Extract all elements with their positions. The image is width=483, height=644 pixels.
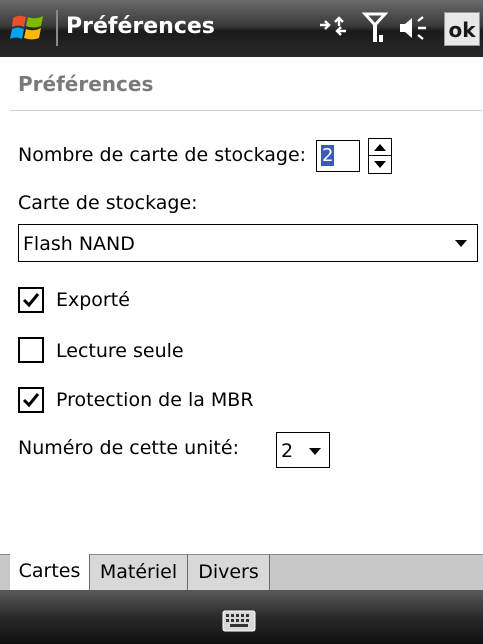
storage-count-value: 2: [321, 145, 335, 166]
unit-number-label: Numéro de cette unité:: [18, 437, 239, 459]
exported-label: Exporté: [56, 289, 130, 311]
readonly-label: Lecture seule: [56, 340, 184, 362]
checkmark-icon: [22, 393, 40, 408]
volume-icon[interactable]: [398, 15, 432, 41]
storage-card-label: Carte de stockage:: [18, 192, 198, 214]
ok-button[interactable]: ok: [444, 12, 480, 46]
tab-divers[interactable]: Divers: [188, 554, 270, 590]
exported-checkbox[interactable]: [18, 287, 44, 313]
signal-icon[interactable]: [362, 11, 388, 45]
header-divider: [10, 110, 482, 111]
unit-number-dropdown[interactable]: 2: [276, 432, 330, 468]
checkmark-icon: [22, 293, 40, 308]
tab-cartes[interactable]: Cartes: [10, 554, 90, 590]
storage-card-dropdown[interactable]: Flash NAND: [18, 224, 478, 262]
storage-card-value: Flash NAND: [23, 233, 135, 255]
app-title: Préférences: [66, 14, 215, 39]
storage-count-spinner[interactable]: [368, 138, 392, 174]
spin-down-icon[interactable]: [369, 157, 391, 173]
keyboard-icon[interactable]: [222, 610, 256, 632]
readonly-checkbox[interactable]: [18, 337, 44, 363]
page-title: Préférences: [18, 72, 154, 96]
unit-number-value: 2: [281, 440, 294, 462]
spin-up-icon[interactable]: [369, 139, 391, 155]
chevron-down-icon: [455, 240, 467, 247]
storage-count-label: Nombre de carte de stockage:: [18, 144, 307, 166]
tab-materiel[interactable]: Matériel: [90, 554, 188, 590]
connectivity-icon[interactable]: [318, 16, 348, 40]
storage-count-input[interactable]: 2: [316, 140, 360, 172]
mbr-protection-checkbox[interactable]: [18, 387, 44, 413]
mbr-protection-label: Protection de la MBR: [56, 389, 254, 411]
windows-start-icon[interactable]: [10, 12, 46, 44]
title-separator: [56, 10, 58, 46]
chevron-down-icon: [309, 448, 321, 455]
